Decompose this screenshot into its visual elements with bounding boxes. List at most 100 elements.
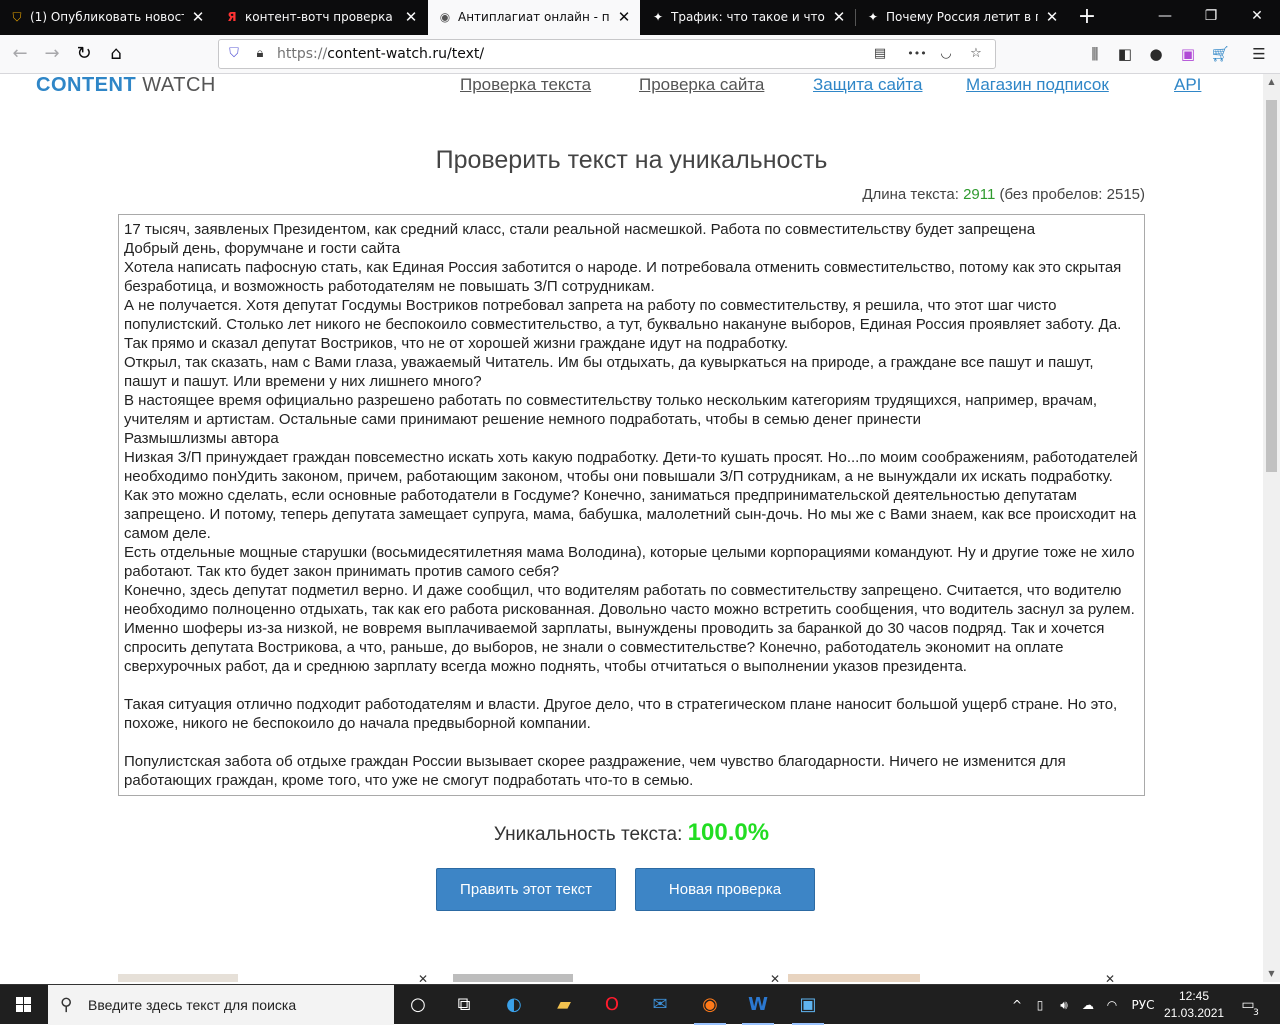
show-hidden-icons-icon[interactable]: ^ <box>1008 985 1026 1025</box>
menu-hamburger-icon[interactable]: ☰ <box>1248 43 1270 65</box>
text-paragraph: Такая ситуация отлично подходит работода… <box>124 696 1118 732</box>
tab-close-icon[interactable]: ✕ <box>190 0 206 35</box>
logo-part-watch: WATCH <box>142 74 216 96</box>
close-window-button[interactable]: ✕ <box>1234 0 1280 35</box>
text-blank-line <box>124 676 1139 695</box>
back-button[interactable]: ← <box>6 40 34 68</box>
page-scrollbar[interactable]: ▲ ▼ <box>1263 74 1280 982</box>
cart-extension-icon[interactable]: 🛒︎ <box>1209 43 1231 65</box>
tab-close-icon[interactable]: ✕ <box>616 0 632 35</box>
ad-close-icon[interactable]: ✕ <box>770 972 780 982</box>
checked-text-area[interactable]: 17 тысяч, заявленых Президентом, как сре… <box>118 214 1145 796</box>
firefox-icon[interactable]: ◉ <box>686 985 734 1025</box>
browser-tab-1[interactable]: ⛉ (1) Опубликовать новость, а ✕ <box>0 0 214 35</box>
menu-link-check-site[interactable]: Проверка сайта <box>639 74 764 96</box>
library-icon[interactable]: ⫼ <box>1084 43 1106 65</box>
taskbar-clock[interactable]: 12:45 21.03.2021 <box>1164 988 1224 1022</box>
new-tab-button[interactable]: + <box>1075 0 1099 35</box>
search-icon: ⚲ <box>60 995 73 1015</box>
uniqueness-value: 100.0% <box>687 819 770 846</box>
length-nospace: (без пробелов: 2515) <box>999 186 1145 203</box>
text-paragraph: А не получается. Хотя депутат Госдумы Во… <box>124 297 1122 352</box>
home-button[interactable]: ⌂ <box>102 40 130 68</box>
url-text[interactable]: https://content-watch.ru/text/ <box>277 40 484 68</box>
onedrive-icon[interactable]: ☁ <box>1078 985 1098 1025</box>
account-icon[interactable]: ● <box>1145 43 1167 65</box>
extension-icon[interactable]: ▣ <box>1177 43 1199 65</box>
tracking-shield-icon[interactable]: ⛉ <box>225 45 243 63</box>
browser-tab-2[interactable]: Я контент-вотч проверка уни ✕ <box>215 0 427 35</box>
tab-close-icon[interactable]: ✕ <box>1044 0 1060 35</box>
text-paragraph: Популистская забота об отдыхе граждан Ро… <box>124 753 1066 789</box>
pocket-icon[interactable]: ◡ <box>937 45 955 63</box>
edit-text-button[interactable]: Править этот текст <box>436 868 616 911</box>
uniqueness-label: Уникальность текста: <box>493 824 683 845</box>
text-paragraph: Открыл, так сказать, нам с Вами глаза, у… <box>124 354 1094 390</box>
opera-browser-icon[interactable]: O <box>588 985 636 1025</box>
text-blank-line <box>124 733 1139 752</box>
photos-icon[interactable]: ▣ <box>784 985 832 1025</box>
menu-link-api[interactable]: API <box>1174 74 1201 96</box>
menu-link-check-text[interactable]: Проверка текста <box>460 74 591 96</box>
text-length-info: Длина текста: 2911 (без пробелов: 2515) <box>862 186 1145 203</box>
tab-close-icon[interactable]: ✕ <box>831 0 847 35</box>
browser-tab-4[interactable]: ✦ Трафик: что такое и что с ни ✕ <box>641 0 855 35</box>
navigation-toolbar: ← → ↻ ⌂ ⛉ 🔒︎ https://content-watch.ru/te… <box>0 35 1280 74</box>
ad-thumbnail[interactable] <box>788 974 920 982</box>
page-actions-button[interactable]: ••• <box>903 45 931 63</box>
new-check-button[interactable]: Новая проверка <box>635 868 815 911</box>
network-icon[interactable]: ◠ <box>1102 985 1122 1025</box>
site-logo[interactable]: CONTENT WATCH <box>36 74 216 96</box>
bookmark-star-icon[interactable]: ☆ <box>967 45 985 63</box>
text-paragraph: Добрый день, форумчане и гости сайта <box>124 240 401 257</box>
task-view-icon[interactable]: ⧉ <box>440 985 488 1025</box>
edge-browser-icon[interactable]: ◐ <box>490 985 538 1025</box>
tab-close-icon[interactable]: ✕ <box>403 0 419 35</box>
tab-label: Трафик: что такое и что с ни <box>671 10 825 24</box>
star-icon: ✦ <box>867 10 879 24</box>
sidebar-icon[interactable]: ◧ <box>1114 43 1136 65</box>
ad-thumbnail[interactable] <box>118 974 238 982</box>
star-icon: ✦ <box>652 10 664 24</box>
taskbar-search-box[interactable]: ⚲ Введите здесь текст для поиска <box>48 985 394 1025</box>
menu-link-subscription-shop[interactable]: Магазин подписок <box>966 74 1109 96</box>
ad-close-icon[interactable]: ✕ <box>418 972 428 982</box>
eye-icon: ◉ <box>439 10 451 24</box>
text-paragraph: Хотела написать пафосную стать, как Един… <box>124 259 1122 295</box>
word-icon[interactable]: W <box>734 985 782 1025</box>
ad-close-icon[interactable]: ✕ <box>1105 972 1115 982</box>
page-content: CONTENT WATCH Проверка текста Проверка с… <box>0 74 1263 982</box>
logo-part-content: CONTENT <box>36 74 137 96</box>
scroll-down-icon[interactable]: ▼ <box>1263 966 1280 982</box>
yandex-icon: Я <box>227 10 237 24</box>
cortana-icon[interactable]: ○ <box>394 985 442 1025</box>
input-language[interactable]: РУС <box>1128 985 1158 1025</box>
start-button[interactable] <box>0 985 48 1025</box>
browser-tab-5[interactable]: ✦ Почему Россия летит в про ✕ <box>856 0 1068 35</box>
shield-icon: ⛉ <box>12 10 22 24</box>
browser-tab-3-active[interactable]: ◉ Антиплагиат онлайн - пров ✕ <box>428 0 640 35</box>
tab-label: контент-вотч проверка уни <box>245 10 397 24</box>
menu-link-site-protection[interactable]: Защита сайта <box>813 74 922 96</box>
length-value: 2911 <box>963 186 996 203</box>
tab-label: (1) Опубликовать новость, а <box>30 10 184 24</box>
text-paragraph: Есть отдельные мощные старушки (восьмиде… <box>124 544 1135 580</box>
mail-icon[interactable]: ✉ <box>636 985 684 1025</box>
clock-date: 21.03.2021 <box>1164 1006 1225 1020</box>
volume-icon[interactable]: 🔊︎ <box>1054 985 1074 1025</box>
text-paragraph: Низкая З/П принуждает граждан повсеместн… <box>124 449 1138 485</box>
text-paragraph: Как это можно сделать, если основные раб… <box>124 487 1137 542</box>
device-icon[interactable]: ▯ <box>1030 985 1050 1025</box>
url-bar[interactable]: ⛉ 🔒︎ https://content-watch.ru/text/ ▤ ••… <box>218 39 996 69</box>
scroll-up-icon[interactable]: ▲ <box>1263 74 1280 90</box>
minimize-button[interactable]: — <box>1142 0 1188 35</box>
reader-view-icon[interactable]: ▤ <box>871 45 889 63</box>
search-placeholder: Введите здесь текст для поиска <box>88 997 297 1013</box>
ad-thumbnail[interactable] <box>453 974 573 982</box>
forward-button[interactable]: → <box>38 40 66 68</box>
reload-button[interactable]: ↻ <box>70 40 98 68</box>
file-explorer-icon[interactable]: ▰ <box>540 985 588 1025</box>
maximize-button[interactable]: ❐ <box>1188 0 1234 35</box>
scroll-thumb[interactable] <box>1266 100 1277 472</box>
lock-icon[interactable]: 🔒︎ <box>251 45 269 63</box>
